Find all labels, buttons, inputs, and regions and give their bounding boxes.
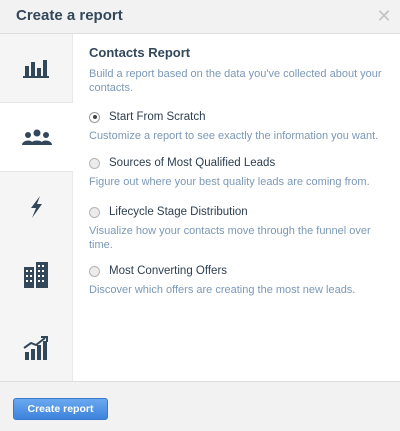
close-icon[interactable]: ✕ (376, 7, 392, 25)
radio-lifecycle-stage[interactable] (89, 206, 100, 218)
create-report-button[interactable]: Create report (13, 398, 108, 420)
option-description: Discover which offers are creating the m… (89, 284, 356, 296)
radio-converting-offers[interactable] (89, 265, 100, 277)
lightning-icon (31, 196, 42, 218)
sidebar-item-trends[interactable] (0, 314, 72, 382)
option-label: Sources of Most Qualified Leads (109, 157, 276, 169)
dialog-title: Create a report (16, 7, 123, 24)
people-icon (21, 129, 52, 145)
bar-chart-icon (23, 60, 49, 78)
radio-start-from-scratch[interactable] (89, 111, 100, 123)
dialog-header: Create a report ✕ (0, 0, 400, 34)
option-lifecycle-stage: Lifecycle Stage Distribution Visualize h… (89, 204, 394, 252)
sidebar-item-bar-chart[interactable] (0, 34, 72, 102)
option-label: Most Converting Offers (109, 265, 228, 277)
option-radio-row[interactable]: Start From Scratch (89, 109, 394, 125)
option-label: Start From Scratch (109, 111, 206, 123)
radio-sources-of-leads[interactable] (89, 157, 100, 169)
create-report-dialog: Create a report ✕ Contacts Report Build … (0, 0, 400, 431)
option-description: Customize a report to see exactly the in… (89, 130, 379, 142)
option-radio-row[interactable]: Lifecycle Stage Distribution (89, 204, 394, 220)
option-description: Visualize how your contacts move through… (89, 225, 371, 251)
sidebar-item-companies[interactable] (0, 241, 72, 309)
option-converting-offers: Most Converting Offers Discover which of… (89, 263, 394, 297)
option-label: Lifecycle Stage Distribution (109, 206, 248, 218)
option-radio-row[interactable]: Most Converting Offers (89, 263, 394, 279)
trend-chart-icon (23, 336, 48, 360)
dialog-footer: Create report (0, 381, 400, 431)
sidebar-item-lightning[interactable] (0, 173, 72, 241)
report-description: Build a report based on the data you've … (89, 68, 382, 94)
option-radio-row[interactable]: Sources of Most Qualified Leads (89, 155, 394, 171)
option-sources-of-leads: Sources of Most Qualified Leads Figure o… (89, 155, 394, 189)
building-icon (24, 262, 48, 288)
option-start-from-scratch: Start From Scratch Customize a report to… (89, 109, 394, 143)
report-category-sidebar (0, 34, 73, 381)
option-description: Figure out where your best quality leads… (89, 176, 370, 188)
report-title: Contacts Report (89, 45, 191, 60)
sidebar-item-contacts[interactable] (0, 102, 73, 172)
